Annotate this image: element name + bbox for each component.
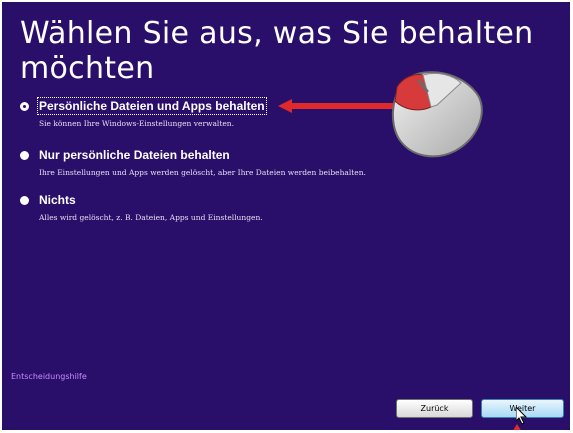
option-keep-files-and-apps[interactable]: Persönliche Dateien und Apps behalten Si… <box>20 97 267 128</box>
option-description: Alles wird gelöscht, z. B. Dateien, Apps… <box>39 213 263 222</box>
radio-keep-files-and-apps[interactable] <box>20 101 29 111</box>
mouse-icon <box>391 71 483 158</box>
red-pointer-icon <box>513 424 521 430</box>
setup-window: Wählen Sie aus, was Sie behalten möchten… <box>2 2 570 430</box>
red-arrow-icon <box>278 99 398 113</box>
option-nothing[interactable]: Nichts Alles wird gelöscht, z. B. Dateie… <box>20 193 263 222</box>
option-label[interactable]: Persönliche Dateien und Apps behalten <box>37 97 267 115</box>
page-title: Wählen Sie aus, was Sie behalten möchten <box>20 16 534 86</box>
decision-help-link[interactable]: Entscheidungshilfe <box>11 372 87 381</box>
back-button[interactable]: Zurück <box>396 399 473 418</box>
radio-keep-files-only[interactable] <box>20 150 29 160</box>
mouse-cursor-icon <box>516 407 528 425</box>
radio-nothing[interactable] <box>20 195 29 205</box>
option-label[interactable]: Nichts <box>39 193 76 207</box>
option-description: Sie können Ihre Windows-Einstellungen ve… <box>39 119 234 128</box>
option-label[interactable]: Nur persönliche Dateien behalten <box>39 148 230 162</box>
option-description: Ihre Einstellungen und Apps werden gelös… <box>39 168 366 177</box>
option-keep-files-only[interactable]: Nur persönliche Dateien behalten Ihre Ei… <box>20 148 366 177</box>
